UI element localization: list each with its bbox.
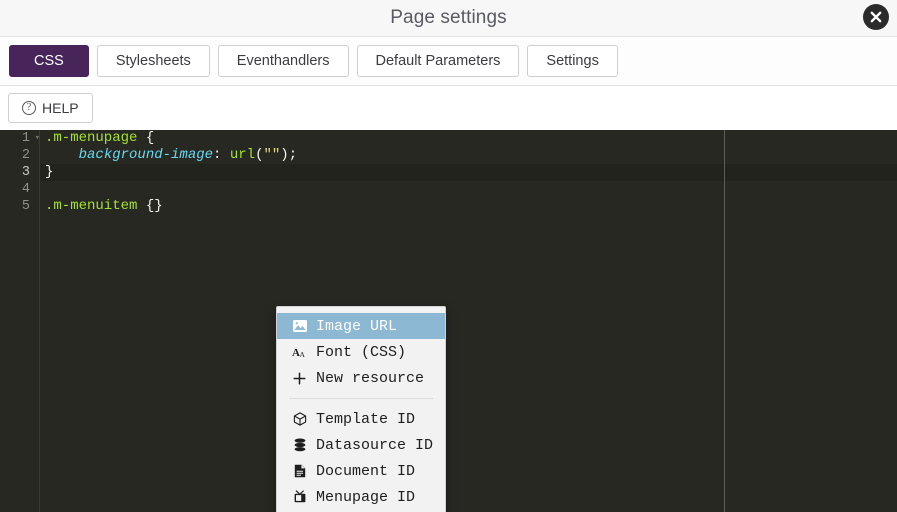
- insert-resource-context-menu[interactable]: Image URL A A Font (CSS) New resource Te…: [276, 306, 446, 512]
- code-token: .m-menupage: [45, 130, 138, 146]
- code-token: background-image: [78, 147, 214, 163]
- line-number-value: 4: [21, 182, 30, 197]
- code-line[interactable]: background-image: url("");: [45, 147, 897, 164]
- code-line[interactable]: [45, 181, 897, 198]
- editor-code-lines[interactable]: .m-menupage { background-image: url("");…: [40, 130, 897, 215]
- help-button-label: HELP: [42, 100, 79, 116]
- editor-line-numbers[interactable]: 1 ▾ 2 3 4 5: [0, 130, 40, 512]
- help-button[interactable]: ? HELP: [8, 93, 93, 123]
- line-number[interactable]: 1 ▾: [0, 130, 40, 147]
- tab-eventhandlers[interactable]: Eventhandlers: [217, 45, 349, 77]
- menu-item-template-id[interactable]: Template ID: [277, 406, 445, 432]
- code-token: "": [263, 147, 281, 163]
- settings-tabbar: CSS Stylesheets Eventhandlers Default Pa…: [0, 37, 897, 86]
- menu-divider: [289, 398, 433, 399]
- line-number-value: 5: [21, 199, 30, 214]
- code-token: {: [145, 130, 155, 146]
- close-icon[interactable]: [863, 4, 889, 30]
- tab-stylesheets-label: Stylesheets: [115, 53, 191, 69]
- css-code-editor[interactable]: 1 ▾ 2 3 4 5 .m-menupage { background-ima…: [0, 130, 897, 512]
- line-number[interactable]: 5: [0, 198, 39, 215]
- menu-item-label: New resource: [316, 369, 425, 387]
- line-number[interactable]: 4: [0, 181, 39, 198]
- tab-css[interactable]: CSS: [9, 45, 89, 77]
- database-icon: [292, 438, 307, 453]
- tab-settings[interactable]: Settings: [527, 45, 618, 77]
- tab-css-label: CSS: [34, 53, 64, 69]
- menu-item-label: Document ID: [316, 462, 416, 480]
- help-toolbar: ? HELP: [0, 86, 897, 130]
- dialog-titlebar: Page settings: [0, 0, 897, 37]
- document-icon: [292, 464, 307, 479]
- editor-code-area[interactable]: .m-menupage { background-image: url("");…: [40, 130, 897, 512]
- code-line[interactable]: .m-menupage {: [45, 130, 897, 147]
- font-icon: A A: [292, 345, 307, 360]
- question-circle-icon: ?: [22, 101, 36, 115]
- line-number-value: 3: [21, 165, 30, 180]
- code-line[interactable]: .m-menuitem {}: [45, 198, 897, 215]
- menu-item-label: Template ID: [316, 410, 416, 428]
- menu-item-menupage-id[interactable]: Menupage ID: [277, 484, 445, 510]
- tab-eventhandlers-label: Eventhandlers: [236, 53, 330, 69]
- code-token: ): [280, 147, 289, 163]
- page-settings-dialog: Page settings CSS Stylesheets Eventhandl…: [0, 0, 897, 512]
- menupage-icon: [292, 490, 307, 505]
- code-token: ;: [288, 147, 298, 163]
- menu-item-document-id[interactable]: Document ID: [277, 458, 445, 484]
- code-token: {}: [145, 198, 163, 214]
- code-token: url: [229, 147, 256, 163]
- image-icon: [292, 319, 307, 334]
- menu-item-label: Menupage ID: [316, 488, 416, 506]
- line-number-value: 1: [21, 131, 30, 146]
- tab-settings-label: Settings: [546, 53, 599, 69]
- plus-icon: [292, 371, 307, 386]
- page-title: Page settings: [390, 7, 507, 28]
- code-token: }: [45, 164, 54, 180]
- menu-item-label: Font (CSS): [316, 343, 407, 361]
- menu-item-label: Image URL: [316, 317, 398, 335]
- menu-item-datasource-id[interactable]: Datasource ID: [277, 432, 445, 458]
- menu-item-image-url[interactable]: Image URL: [277, 313, 445, 339]
- line-number-value: 2: [21, 148, 30, 163]
- tab-default-parameters-label: Default Parameters: [375, 53, 501, 69]
- svg-text:A: A: [300, 350, 306, 359]
- code-token: .m-menuitem: [45, 198, 138, 214]
- line-number[interactable]: 2: [0, 147, 39, 164]
- tab-default-parameters[interactable]: Default Parameters: [356, 45, 520, 77]
- code-line[interactable]: }: [45, 164, 897, 181]
- menu-item-font-css[interactable]: A A Font (CSS): [277, 339, 445, 365]
- line-number[interactable]: 3: [0, 164, 39, 181]
- cube-icon: [292, 412, 307, 427]
- tab-stylesheets[interactable]: Stylesheets: [96, 45, 210, 77]
- menu-item-new-resource[interactable]: New resource: [277, 365, 445, 391]
- menu-item-label: Datasource ID: [316, 436, 434, 454]
